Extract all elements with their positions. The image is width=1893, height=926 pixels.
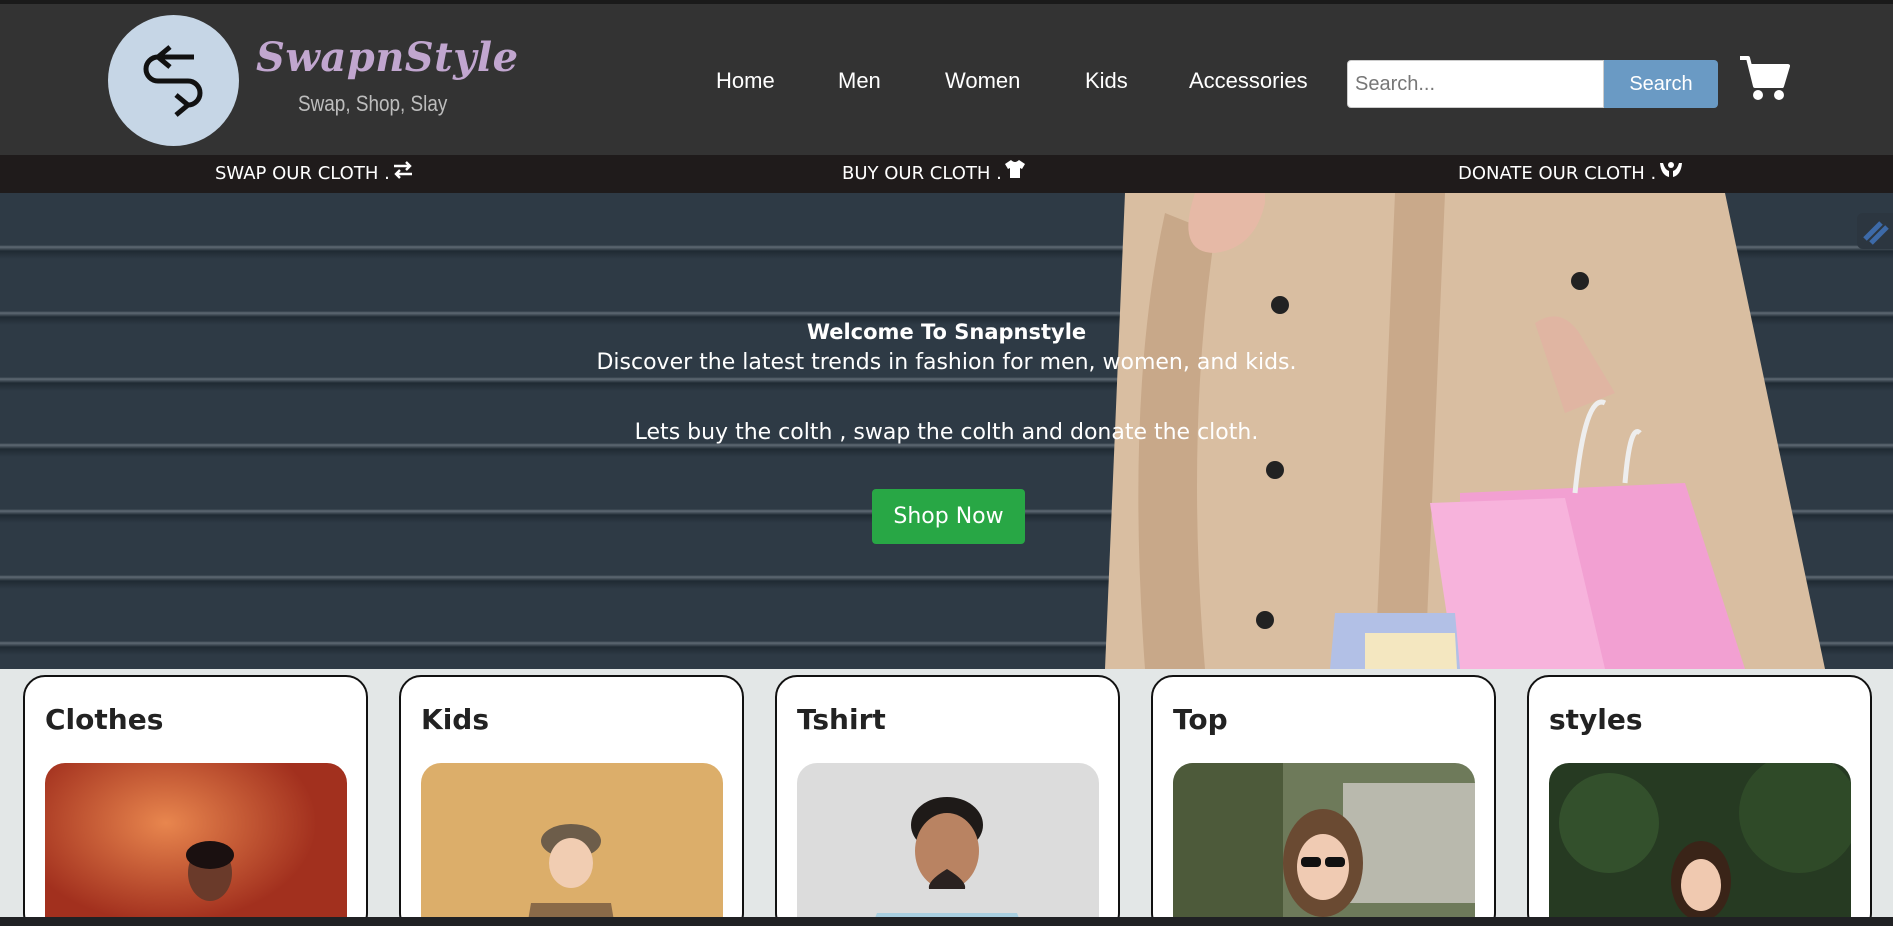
category-title: Kids [421,703,490,736]
category-image [1549,763,1851,917]
hands-icon [1658,155,1684,193]
cart-icon [1740,56,1790,100]
swap-cloth-label: SWAP OUR CLOTH . [215,163,390,184]
category-image [421,763,723,917]
nav-kids[interactable]: Kids [1085,68,1128,94]
swap-arrows-icon [143,45,203,117]
hero-title: Welcome To Snapnstyle [806,320,1087,344]
donate-cloth-link[interactable]: DONATE OUR CLOTH . [1458,155,1684,193]
category-card-styles[interactable]: styles [1527,675,1872,917]
buy-cloth-label: BUY OUR CLOTH . [842,163,1002,184]
swap-cloth-link[interactable]: SWAP OUR CLOTH . [215,155,414,193]
category-card-clothes[interactable]: Clothes [23,675,368,917]
search-button[interactable]: Search [1604,60,1718,108]
category-card-top[interactable]: Top [1151,675,1496,917]
category-card-tshirt[interactable]: Tshirt [775,675,1120,917]
category-image [45,763,347,917]
action-bar: SWAP OUR CLOTH . BUY OUR CLOTH . DONATE … [0,155,1893,193]
category-card-kids[interactable]: Kids [399,675,744,917]
nav-women[interactable]: Women [945,68,1020,94]
category-image [797,763,1099,917]
site-header: SwapnStyle Swap, Shop, Slay Home Men Wom… [0,4,1893,155]
bottom-bar [0,917,1893,926]
category-cards: Clothes Kids Tshirt Top styles [0,669,1893,917]
category-title: Top [1173,703,1228,736]
hero-subtitle-2: Lets buy the colth , swap the colth and … [634,420,1259,445]
nav-accessories[interactable]: Accessories [1189,68,1308,94]
floating-widget-icon[interactable] [1857,213,1893,249]
category-title: Clothes [45,703,164,736]
buy-cloth-link[interactable]: BUY OUR CLOTH . [842,155,1026,193]
shop-now-button[interactable]: Shop Now [872,489,1025,544]
category-title: styles [1549,703,1643,736]
cart-button[interactable] [1738,54,1790,106]
search-input[interactable] [1347,60,1604,108]
hero-subtitle: Discover the latest trends in fashion fo… [596,350,1297,375]
nav-home[interactable]: Home [716,68,775,94]
hero-banner: Welcome To Snapnstyle Discover the lates… [0,193,1893,669]
logo[interactable] [108,15,239,146]
brand-name[interactable]: SwapnStyle [256,34,519,81]
brand-tagline: Swap, Shop, Slay [298,91,448,116]
category-image [1173,763,1475,917]
category-title: Tshirt [797,703,886,736]
nav-men[interactable]: Men [838,68,881,94]
swap-icon [392,155,414,193]
tshirt-icon [1004,155,1026,193]
donate-cloth-label: DONATE OUR CLOTH . [1458,163,1657,184]
